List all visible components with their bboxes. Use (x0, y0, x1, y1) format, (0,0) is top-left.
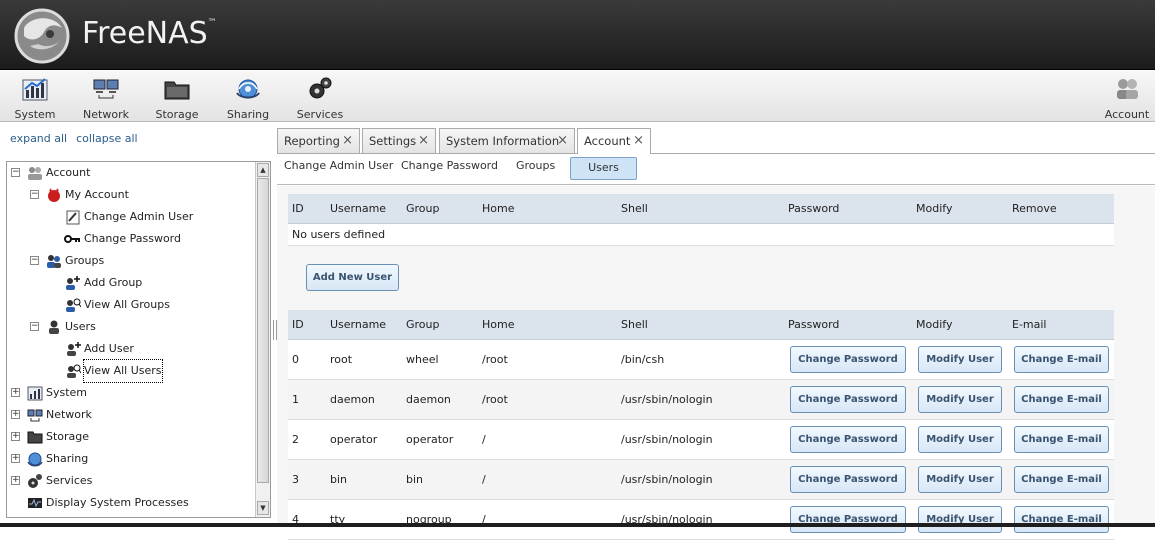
modify-user-button[interactable]: Modify User (918, 346, 1002, 373)
tab-account[interactable]: Account × (577, 128, 651, 155)
close-icon[interactable]: × (557, 129, 568, 153)
change-password-button[interactable]: Change Password (790, 426, 906, 453)
tree-scrollbar[interactable]: ▲ ▼ (255, 162, 270, 517)
window-bottom-edge (0, 523, 1155, 527)
modify-user-button[interactable]: Modify User (918, 466, 1002, 493)
subnav-groups[interactable]: Groups (516, 159, 555, 173)
expand-toggle-icon[interactable]: + (11, 432, 20, 441)
tree-expand-links: expand all collapse all (10, 132, 147, 145)
change-password-button[interactable]: Change Password (790, 386, 906, 413)
collapse-toggle-icon[interactable]: − (30, 256, 39, 265)
sharing-globe-icon (236, 79, 260, 99)
expand-all-link[interactable]: expand all (10, 132, 67, 145)
tab-settings[interactable]: Settings × (362, 128, 436, 153)
view-users-icon (67, 364, 81, 378)
services-gears-icon (28, 474, 42, 488)
empty-table-message-row: No users defined (288, 224, 1114, 246)
toolbar-sharing-button[interactable]: Sharing (216, 75, 280, 121)
key-icon (64, 235, 80, 243)
network-computers-icon (27, 409, 43, 422)
navigation-tree: − Account − My Account Change Admin User… (6, 161, 271, 518)
close-icon[interactable]: × (342, 129, 353, 153)
expand-toggle-icon[interactable]: + (11, 388, 20, 397)
user-icon (49, 320, 59, 334)
sharing-globe-icon (27, 452, 43, 467)
scroll-up-icon[interactable]: ▲ (257, 163, 269, 177)
groups-icon (47, 255, 61, 268)
tab-reporting[interactable]: Reporting × (277, 128, 360, 153)
freebsd-daemon-icon (48, 188, 60, 202)
tab-system-information[interactable]: System Information × (439, 128, 575, 153)
storage-folder-icon (27, 431, 43, 444)
users-table-header: ID Username Group Home Shell Password Mo… (288, 310, 1114, 340)
services-gears-icon (309, 77, 332, 99)
brand-title: FreeNAS™ (82, 16, 217, 51)
table-row: 3 bin bin / /usr/sbin/nologin Change Pas… (288, 460, 1114, 500)
modify-user-button[interactable]: Modify User (918, 506, 1002, 533)
account-users-icon (1117, 79, 1138, 99)
account-users-icon (28, 167, 42, 180)
empty-users-table-header: ID Username Group Home Shell Password Mo… (288, 194, 1114, 224)
table-row: 0 root wheel /root /bin/csh Change Passw… (288, 340, 1114, 380)
expand-toggle-icon[interactable]: + (11, 454, 20, 463)
scroll-thumb[interactable] (257, 178, 269, 483)
change-email-button[interactable]: Change E-mail (1014, 426, 1109, 453)
modify-user-button[interactable]: Modify User (918, 386, 1002, 413)
add-user-icon (67, 342, 81, 356)
account-subnav: Change Admin User Change Password Groups… (277, 154, 1155, 185)
view-groups-icon (66, 298, 81, 312)
close-icon[interactable]: × (418, 129, 429, 153)
toolbar-storage-button[interactable]: Storage (145, 75, 209, 121)
add-new-user-button[interactable]: Add New User (306, 264, 399, 291)
table-row: 4 tty nogroup / /usr/sbin/nologin Change… (288, 500, 1114, 540)
process-monitor-icon (28, 498, 42, 508)
edit-user-icon (66, 210, 80, 225)
subnav-change-admin-user[interactable]: Change Admin User (284, 159, 393, 173)
table-row: 1 daemon daemon /root /usr/sbin/nologin … (288, 380, 1114, 420)
expand-toggle-icon[interactable]: + (11, 476, 20, 485)
subnav-users[interactable]: Users (570, 157, 637, 180)
system-chart-icon (27, 386, 43, 401)
toolbar-network-button[interactable]: Network (74, 75, 138, 121)
collapse-toggle-icon[interactable]: − (30, 190, 39, 199)
app-header: FreeNAS™ (0, 0, 1155, 70)
change-email-button[interactable]: Change E-mail (1014, 386, 1109, 413)
scroll-down-icon[interactable]: ▼ (257, 501, 269, 515)
close-icon[interactable]: × (633, 129, 644, 153)
collapse-toggle-icon[interactable]: − (11, 168, 20, 177)
add-group-icon (66, 276, 80, 290)
modify-user-button[interactable]: Modify User (918, 426, 1002, 453)
main-toolbar: System Network Storage Sharing Services (0, 71, 1155, 122)
collapse-toggle-icon[interactable]: − (30, 322, 39, 331)
subnav-change-password[interactable]: Change Password (401, 159, 498, 173)
storage-folder-icon (164, 81, 190, 100)
change-password-button[interactable]: Change Password (790, 466, 906, 493)
freenas-logo-icon (14, 8, 70, 64)
collapse-all-link[interactable]: collapse all (76, 132, 137, 145)
change-email-button[interactable]: Change E-mail (1014, 506, 1109, 533)
network-computers-icon (93, 79, 119, 99)
change-email-button[interactable]: Change E-mail (1014, 346, 1109, 373)
toolbar-services-button[interactable]: Services (288, 75, 352, 121)
change-password-button[interactable]: Change Password (790, 346, 906, 373)
change-password-button[interactable]: Change Password (790, 506, 906, 533)
toolbar-system-button[interactable]: System (3, 75, 67, 121)
toolbar-account-button[interactable]: Account (1094, 75, 1155, 121)
change-email-button[interactable]: Change E-mail (1014, 466, 1109, 493)
users-content: ID Username Group Home Shell Password Mo… (277, 186, 1155, 540)
system-chart-icon (22, 78, 48, 101)
expand-toggle-icon[interactable]: + (11, 410, 20, 419)
table-row: 2 operator operator / /usr/sbin/nologin … (288, 420, 1114, 460)
